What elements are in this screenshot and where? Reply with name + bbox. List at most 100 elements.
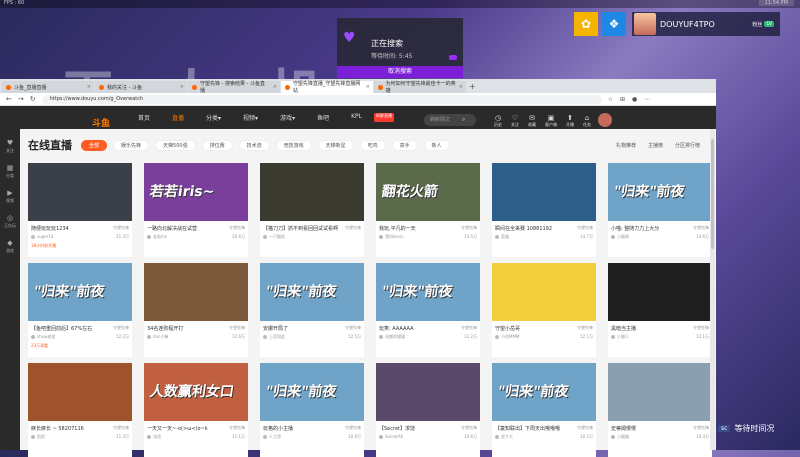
- rail-item-category[interactable]: ▦ 分类: [0, 164, 20, 179]
- stream-card[interactable]: 翻花火箭 我玩,平凡的一天 守望先锋 我叫kevin 15.5万: [376, 163, 480, 257]
- filter-chip[interactable]: 娱乐先锋: [113, 140, 150, 151]
- gift-recommend-link[interactable]: 礼物推荐: [616, 142, 636, 149]
- nav-game[interactable]: 游戏▾: [280, 113, 295, 122]
- fish-icon[interactable]: ✿: [574, 12, 598, 36]
- tab-1[interactable]: 斗鱼_直播直播 ×: [2, 81, 94, 93]
- scroll-thumb[interactable]: [711, 139, 714, 249]
- extensions-icon[interactable]: ⊞: [620, 96, 625, 103]
- stream-thumbnail[interactable]: "归来"前夜: [376, 263, 480, 321]
- tab-4-active[interactable]: 守望先锋直播_守望先锋直播网站 ×: [281, 81, 373, 94]
- stream-card[interactable]: 黑暗当主播 守望先锋 小猫人 12.1万: [608, 263, 712, 357]
- stream-card[interactable]: "归来"前夜 小喵: 整随力力上大分 守望先锋 小猫咪 14.6万: [608, 163, 712, 257]
- rail-item-follow[interactable]: ♥ 关注: [0, 139, 20, 154]
- star-icon[interactable]: ☆: [608, 96, 613, 103]
- forward-icon[interactable]: →: [18, 95, 24, 103]
- task-button[interactable]: ⌂ 任务: [583, 114, 591, 128]
- close-icon[interactable]: ×: [180, 84, 184, 90]
- stream-thumbnail[interactable]: 翻花火箭: [376, 163, 480, 221]
- stream-thumbnail[interactable]: "归来"前夜: [260, 263, 364, 321]
- stream-thumbnail[interactable]: [608, 363, 712, 421]
- nav-video[interactable]: 视频▾: [243, 113, 258, 122]
- stream-thumbnail[interactable]: "归来"前夜: [492, 363, 596, 421]
- stream-thumbnail[interactable]: 若若iris~: [144, 163, 248, 221]
- url-field[interactable]: https://www.douyu.com/g_Overwatch: [41, 94, 602, 104]
- close-icon[interactable]: ×: [273, 84, 277, 90]
- nav-home[interactable]: 首页: [138, 113, 150, 122]
- stream-card[interactable]: "归来"前夜 玩笑: AAAAAA 守望先锋 选搬的猫猫 12.2万: [376, 263, 480, 357]
- favorite-button[interactable]: ✉ 收藏: [528, 114, 536, 128]
- stream-thumbnail[interactable]: [608, 263, 712, 321]
- nav-kpl[interactable]: KPL: [351, 113, 362, 122]
- nav-live[interactable]: 直播: [172, 113, 184, 122]
- rail-item-game[interactable]: ◆ 游戏: [0, 239, 20, 254]
- search-icon[interactable]: ⌕: [462, 116, 465, 124]
- stream-card[interactable]: 瞬间在全来赛 10881192 守望先锋 蓝猫 14.7万: [492, 163, 596, 257]
- close-icon[interactable]: ×: [366, 84, 370, 90]
- stream-card[interactable]: 【Secret】求饶 守望先锋 SecretAK 10.6万: [376, 363, 480, 457]
- filter-chip[interactable]: 天梯新星: [317, 140, 354, 151]
- stream-card[interactable]: "归来"前夜 安娜开局了 守望先锋 上官如此 12.5万: [260, 263, 364, 357]
- filter-chip[interactable]: 新人: [423, 140, 450, 151]
- zone-rank-link[interactable]: 分区排行榜: [675, 142, 700, 149]
- group-icon[interactable]: ❖: [602, 12, 626, 36]
- close-icon[interactable]: ×: [87, 84, 91, 90]
- filter-chip[interactable]: 吃鸡: [359, 140, 386, 151]
- filter-chip[interactable]: 竞技游戏: [275, 140, 312, 151]
- stream-thumbnail[interactable]: [28, 363, 132, 421]
- favicon-icon: [99, 84, 104, 90]
- stream-card[interactable]: 34名连败程开打 守望先锋 mic小锋 12.6万: [144, 263, 248, 357]
- stream-thumbnail[interactable]: [144, 263, 248, 321]
- user-avatar-small[interactable]: [598, 113, 612, 127]
- anchor-rank-link[interactable]: 主播榜: [648, 142, 663, 149]
- video-icon: ▶: [7, 189, 13, 197]
- filter-chip[interactable]: 天梯500强: [155, 140, 196, 151]
- filter-chip[interactable]: 技术流: [238, 140, 270, 151]
- back-icon[interactable]: ←: [6, 95, 12, 103]
- nav-category[interactable]: 分类▾: [206, 113, 221, 122]
- stream-thumbnail[interactable]: 人数赢利女口: [144, 363, 248, 421]
- filter-chip[interactable]: 全部: [81, 140, 108, 151]
- filter-chip[interactable]: 高手: [391, 140, 418, 151]
- stream-thumbnail[interactable]: [260, 163, 364, 221]
- stream-thumbnail[interactable]: "归来"前夜: [608, 163, 712, 221]
- stream-thumbnail[interactable]: [376, 363, 480, 421]
- scrollbar[interactable]: [710, 129, 715, 450]
- history-button[interactable]: ◷ 历史: [494, 114, 502, 128]
- stream-thumbnail[interactable]: [492, 163, 596, 221]
- tab-3[interactable]: 守望先锋 - 搜索结果 - 斗鱼直播 ×: [188, 81, 280, 94]
- stream-card[interactable]: 随便玩玩玩1234 守望先锋 super14 21.3万 18小时前开播: [28, 163, 132, 257]
- stream-card[interactable]: 若若iris~ 一路向北解决战在试营 守望先锋 若若iris 26.6万: [144, 163, 248, 257]
- stream-card[interactable]: 史蒂姆慢慢 守望先锋 小猫猫 10.3万: [608, 363, 712, 457]
- stream-thumbnail[interactable]: "归来"前夜: [28, 263, 132, 321]
- stream-thumbnail[interactable]: [28, 163, 132, 221]
- stream-card[interactable]: 守望小岳哥 守望先锋 小岳MMM 12.1万: [492, 263, 596, 357]
- stream-card[interactable]: "归来"前夜 【童知联出】下周天出哦哦哦 守望先锋 逆子大 10.5万: [492, 363, 596, 457]
- tab-2[interactable]: 我的关注 - 斗鱼 ×: [95, 81, 187, 93]
- profile-icon[interactable]: ●: [632, 96, 637, 103]
- follow-button[interactable]: ♡ 关注: [511, 114, 519, 128]
- client-button[interactable]: ▣ 客户端: [545, 114, 557, 128]
- stream-card[interactable]: 【猫刀刀】抓不到看回回试试看啊 守望先锋 一只猫毛: [260, 163, 364, 257]
- rail-item-playing[interactable]: ◎ 正在玩: [0, 214, 20, 229]
- site-search-input[interactable]: 刷新网文: [424, 114, 476, 126]
- stream-card[interactable]: "归来"前夜 玩格的小主播 守望先锋 人工哥 10.9万: [260, 363, 364, 457]
- rail-item-video[interactable]: ▶ 视频: [0, 189, 20, 204]
- stream-heat: 14.7万: [580, 234, 593, 239]
- close-icon[interactable]: ×: [459, 84, 463, 90]
- tab-5[interactable]: 为何如何守望先锋最佳卡一的英雄 ×: [374, 81, 466, 94]
- stream-thumbnail[interactable]: "归来"前夜: [260, 363, 364, 421]
- menu-icon[interactable]: ⋯: [644, 96, 650, 103]
- game-icon: ◆: [7, 239, 13, 247]
- douyu-logo[interactable]: 斗鱼: [92, 116, 110, 129]
- stream-card[interactable]: 麻长麻长 ~ 58207116 守望先锋 凯凯 11.3万: [28, 363, 132, 457]
- stream-thumbnail[interactable]: [492, 263, 596, 321]
- refresh-icon[interactable]: ↻: [30, 95, 36, 103]
- user-chip[interactable]: DOUYUF4TPO 粉丝 LV: [632, 12, 780, 36]
- new-tab-button[interactable]: +: [469, 81, 476, 93]
- filter-chip[interactable]: 排位赛: [201, 140, 233, 151]
- upload-button[interactable]: ⬆ 开播: [566, 114, 574, 128]
- nav-fishbar[interactable]: 鱼吧: [317, 113, 329, 122]
- stream-card[interactable]: 人数赢利女口 一天又一天~-o(>ω<)o~k 守望先锋 浅语 11.1万: [144, 363, 248, 457]
- stream-card[interactable]: "归来"前夜 【鱼吧重回前后】67%左右 守望先锋 show老皮 12.2万 23万观看: [28, 263, 132, 357]
- cancel-search-button[interactable]: 取消搜索: [337, 66, 463, 78]
